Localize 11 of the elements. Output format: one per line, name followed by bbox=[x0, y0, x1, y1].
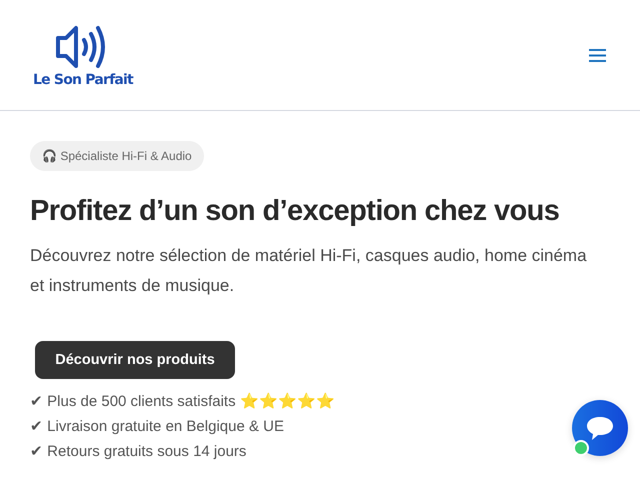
hero-text: Découvrez notre sélection de matériel Hi-Fi, casques audio, home cinéma et instruments de musique. bbox=[30, 245, 588, 297]
chat-button[interactable] bbox=[572, 400, 628, 456]
menu-icon[interactable] bbox=[589, 48, 606, 62]
hero-title: Profitez d’un son d’exception chez vous bbox=[30, 194, 560, 229]
benefit-text: ✔ Retours gratuits sous 14 jours bbox=[30, 442, 248, 462]
products-button[interactable]: Découvrir nos produits bbox=[35, 341, 235, 379]
benefit-text: ✔ Livraison gratuite en Belgique & UE bbox=[30, 417, 285, 437]
badge: 🎧 Spécialiste Hi-Fi & Audio bbox=[30, 141, 204, 171]
benefit-text: ✔ Plus de 500 clients satisfaits ⭐⭐⭐⭐⭐ bbox=[30, 392, 335, 412]
logo[interactable]: Le Son Parfait bbox=[26, 24, 140, 88]
chat-icon bbox=[586, 415, 614, 441]
